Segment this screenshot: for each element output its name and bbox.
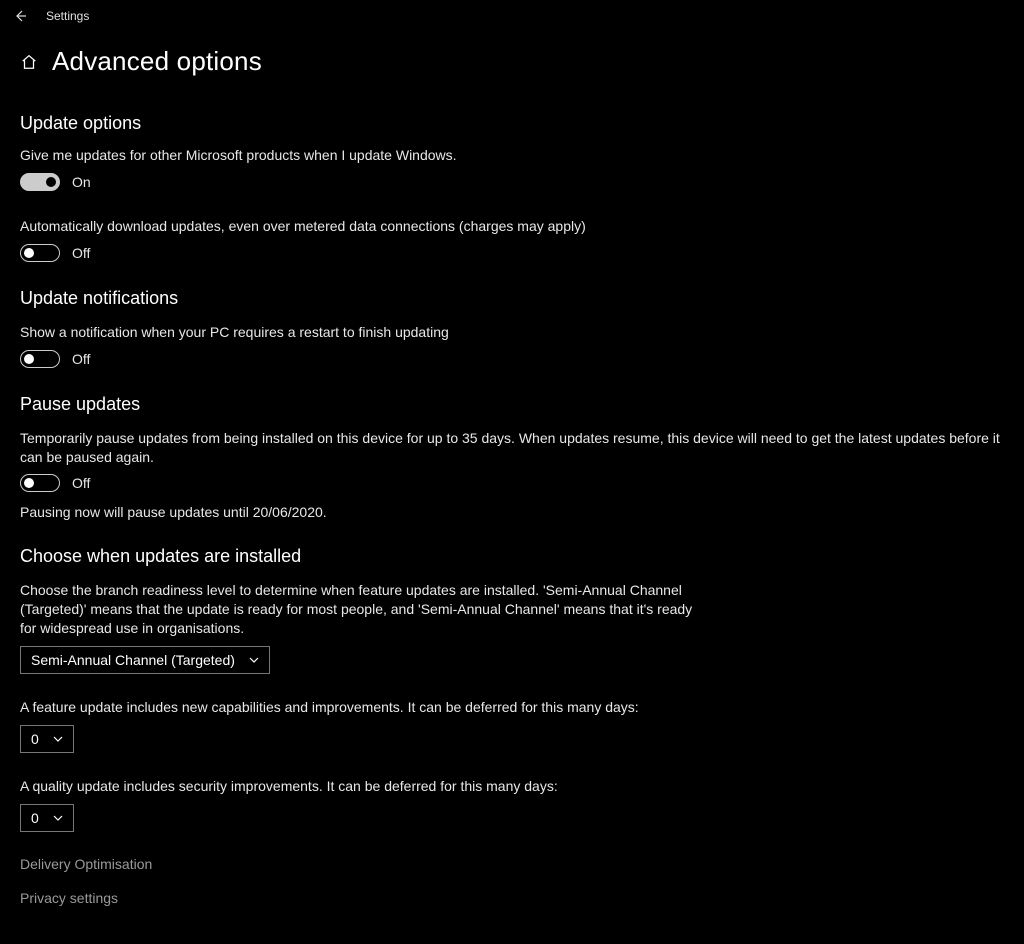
toggle-row-restart-notify: Off [20, 350, 1004, 368]
pause-note: Pausing now will pause updates until 20/… [20, 504, 1004, 520]
toggle-label-restart-notify: Off [72, 351, 90, 367]
toggle-metered-downloads[interactable] [20, 244, 60, 262]
section-heading-update-notifications: Update notifications [20, 288, 1004, 309]
titlebar-app-name: Settings [46, 9, 89, 23]
toggle-row-metered: Off [20, 244, 1004, 262]
home-icon[interactable] [20, 53, 38, 71]
desc-pause-updates: Temporarily pause updates from being ins… [20, 429, 1004, 467]
chevron-down-icon [249, 655, 259, 665]
dropdown-feature-defer-days[interactable]: 0 [20, 725, 74, 753]
dropdown-quality-value: 0 [31, 810, 39, 826]
titlebar: Settings [0, 0, 1024, 32]
page-header: Advanced options [20, 46, 1004, 77]
toggle-row-ms-products: On [20, 173, 1004, 191]
desc-branch-readiness: Choose the branch readiness level to det… [20, 581, 700, 638]
page-title: Advanced options [52, 46, 262, 77]
dropdown-branch-readiness[interactable]: Semi-Annual Channel (Targeted) [20, 646, 270, 674]
desc-quality-defer: A quality update includes security impro… [20, 777, 1004, 796]
desc-feature-defer: A feature update includes new capabiliti… [20, 698, 1004, 717]
toggle-ms-products-updates[interactable] [20, 173, 60, 191]
section-heading-pause-updates: Pause updates [20, 394, 1004, 415]
chevron-down-icon [53, 813, 63, 823]
arrow-left-icon [12, 8, 28, 24]
desc-ms-products-updates: Give me updates for other Microsoft prod… [20, 146, 1004, 165]
back-button[interactable] [10, 6, 30, 26]
toggle-restart-notify[interactable] [20, 350, 60, 368]
link-delivery-optimisation[interactable]: Delivery Optimisation [20, 856, 1004, 872]
toggle-row-pause-updates: Off [20, 474, 1004, 492]
toggle-pause-updates[interactable] [20, 474, 60, 492]
section-heading-update-options: Update options [20, 113, 1004, 134]
section-heading-choose-when: Choose when updates are installed [20, 546, 1004, 567]
desc-restart-notify: Show a notification when your PC require… [20, 323, 1004, 342]
dropdown-feature-value: 0 [31, 731, 39, 747]
toggle-label-pause: Off [72, 475, 90, 491]
link-privacy-settings[interactable]: Privacy settings [20, 890, 1004, 906]
toggle-label-ms-products: On [72, 174, 91, 190]
toggle-label-metered: Off [72, 245, 90, 261]
desc-metered-downloads: Automatically download updates, even ove… [20, 217, 1004, 236]
dropdown-quality-defer-days[interactable]: 0 [20, 804, 74, 832]
chevron-down-icon [53, 734, 63, 744]
dropdown-branch-value: Semi-Annual Channel (Targeted) [31, 652, 235, 668]
content-area: Advanced options Update options Give me … [0, 32, 1024, 944]
